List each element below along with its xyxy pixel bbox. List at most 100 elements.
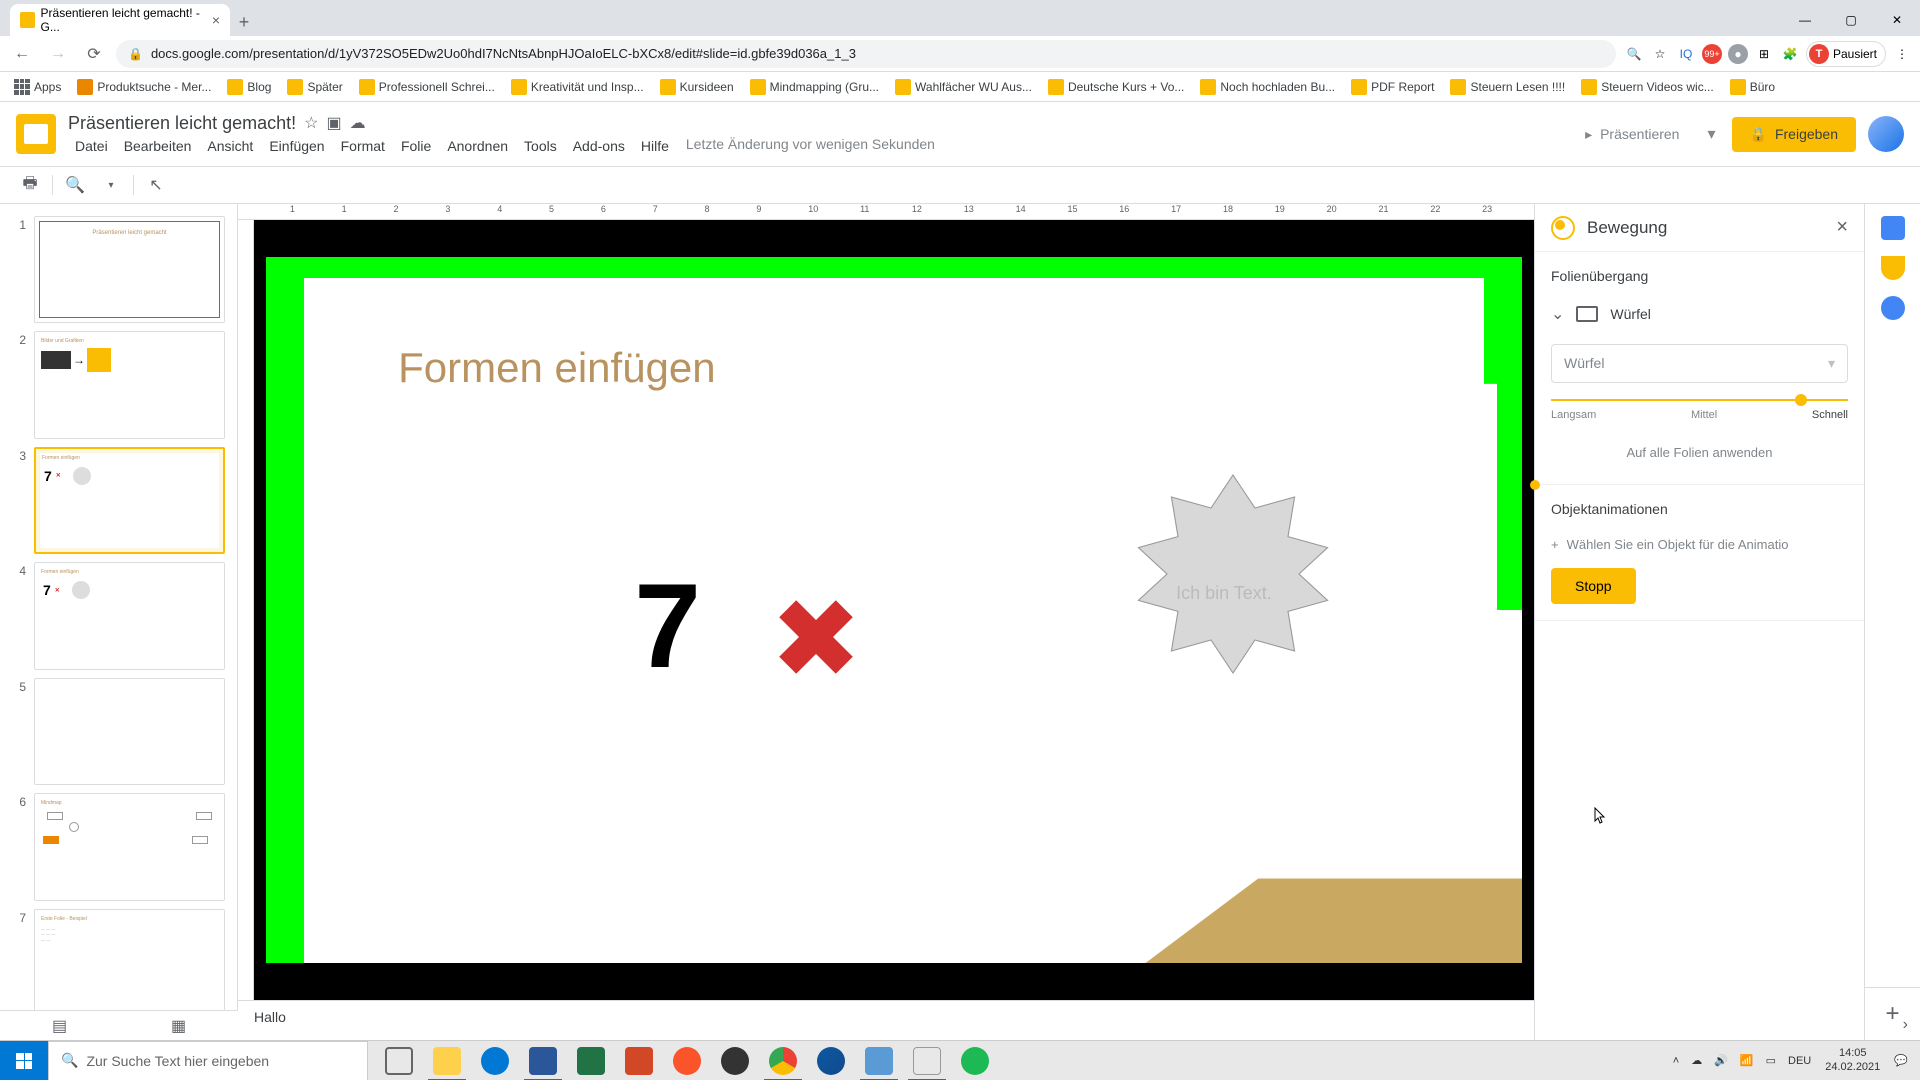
menu-hilfe[interactable]: Hilfe [634,136,676,156]
explore-toggle[interactable]: › [1903,1010,1920,1040]
filmstrip-view-icon[interactable]: ▤ [52,1016,67,1036]
speed-slider[interactable]: Langsam Mittel Schnell [1551,399,1848,421]
bookmark-item[interactable]: Blog [221,75,277,99]
menu-folie[interactable]: Folie [394,136,438,156]
slide-thumb-4[interactable]: Formen einfügen7✕ [34,562,225,669]
grid-view-icon[interactable]: ▦ [171,1016,186,1036]
chrome-icon[interactable] [760,1041,806,1080]
calendar-icon[interactable] [1881,216,1905,240]
slide-thumb-2[interactable]: Bilder und Grafiken→ [34,331,225,438]
big-number[interactable]: 7 [634,557,701,695]
slide-thumb-5[interactable] [34,678,225,785]
present-button[interactable]: ▸ Präsentieren [1573,118,1691,151]
bookmark-item[interactable]: Kreativität und Insp... [505,75,650,99]
close-panel-icon[interactable]: × [1836,216,1848,239]
tasks-icon[interactable] [1881,296,1905,320]
keep-icon[interactable] [1881,256,1905,280]
horizontal-ruler[interactable]: 11234567891011121314151617181920212223 [238,204,1534,220]
vertical-ruler[interactable] [238,220,254,1000]
menu-addons[interactable]: Add-ons [566,136,632,156]
maximize-button[interactable]: ▢ [1828,4,1874,36]
menu-tools[interactable]: Tools [517,136,564,156]
apply-all-button[interactable]: Auf alle Folien anwenden [1551,437,1848,468]
zoom-dropdown-icon[interactable]: ▾ [97,171,125,199]
bookmark-item[interactable]: Noch hochladen Bu... [1194,75,1341,99]
red-x-shape[interactable] [776,597,856,677]
select-tool-icon[interactable]: ↖ [142,171,170,199]
bookmark-item[interactable]: Kursideen [654,75,740,99]
address-bar[interactable]: 🔒 docs.google.com/presentation/d/1yV372S… [116,40,1616,68]
app-icon[interactable] [904,1041,950,1080]
network-icon[interactable]: 📶 [1736,1054,1758,1067]
bookmark-item[interactable]: Steuern Lesen !!!! [1444,75,1571,99]
tray-chevron-icon[interactable]: ˄ [1669,1055,1683,1067]
volume-icon[interactable]: 🔊 [1710,1054,1732,1067]
battery-icon[interactable]: ▭ [1762,1054,1780,1067]
chrome-menu-icon[interactable]: ⋮ [1892,44,1912,64]
bookmark-item[interactable]: Später [281,75,348,99]
menu-ansicht[interactable]: Ansicht [200,136,260,156]
menu-datei[interactable]: Datei [68,136,115,156]
edge-icon[interactable] [808,1041,854,1080]
bookmark-item[interactable]: Deutsche Kurs + Vo... [1042,75,1190,99]
taskbar-search[interactable]: 🔍 Zur Suche Text hier eingeben [48,1041,368,1080]
add-animation-button[interactable]: + Wählen Sie ein Objekt für die Animatio [1551,529,1848,560]
task-view-icon[interactable] [376,1041,422,1080]
star-icon[interactable]: ☆ [304,113,318,133]
bookmark-item[interactable]: PDF Report [1345,75,1440,99]
edge-legacy-icon[interactable] [472,1041,518,1080]
spotify-icon[interactable] [952,1041,998,1080]
bookmark-item[interactable]: Produktsuche - Mer... [71,75,217,99]
app-icon[interactable] [856,1041,902,1080]
language-indicator[interactable]: DEU [1784,1055,1815,1067]
close-tab-icon[interactable]: × [212,12,220,28]
start-button[interactable] [0,1041,48,1080]
browser-tab[interactable]: Präsentieren leicht gemacht! - G... × [10,4,230,36]
transition-type-dropdown[interactable]: Würfel ▾ [1551,344,1848,383]
present-dropdown[interactable]: ▾ [1703,116,1719,152]
bookmark-star-icon[interactable]: ☆ [1650,44,1670,64]
reload-button[interactable]: ⟳ [80,40,108,68]
slides-logo-icon[interactable] [16,114,56,154]
bookmark-item[interactable]: Steuern Videos wic... [1575,75,1720,99]
bookmark-item[interactable]: Büro [1724,75,1781,99]
extension-icon[interactable]: 99+ [1702,44,1722,64]
close-window-button[interactable]: ✕ [1874,4,1920,36]
document-title[interactable]: Präsentieren leicht gemacht! [68,113,296,134]
excel-icon[interactable] [568,1041,614,1080]
transition-expand-row[interactable]: ⌄ Würfel [1551,296,1848,332]
menu-anordnen[interactable]: Anordnen [440,136,515,156]
extension-icon[interactable]: ⊞ [1754,44,1774,64]
shape-text[interactable]: Ich bin Text. [1176,583,1272,604]
powerpoint-icon[interactable] [616,1041,662,1080]
clock[interactable]: 14:05 24.02.2021 [1819,1047,1886,1073]
last-edit-text[interactable]: Letzte Änderung vor wenigen Sekunden [686,136,935,156]
apps-shortcut[interactable]: Apps [8,75,67,99]
extension-icon[interactable]: ● [1728,44,1748,64]
bookmark-item[interactable]: Professionell Schrei... [353,75,501,99]
slide-title-text[interactable]: Formen einfügen [398,344,716,392]
new-tab-button[interactable]: + [230,8,258,36]
slide-content[interactable]: Formen einfügen 7 Ich bin Text. [266,257,1522,964]
profile-badge[interactable]: T Pausiert [1806,41,1886,67]
back-button[interactable]: ← [8,40,36,68]
bookmark-item[interactable]: Mindmapping (Gru... [744,75,885,99]
print-icon[interactable]: 🖶 [16,171,44,199]
move-icon[interactable]: ▣ [326,113,341,133]
slide-canvas[interactable]: Formen einfügen 7 Ich bin Text. [254,220,1534,1000]
menu-einfuegen[interactable]: Einfügen [262,136,331,156]
star-burst-shape[interactable] [1123,464,1343,684]
notifications-icon[interactable]: 💬 [1890,1054,1912,1067]
bookmark-item[interactable]: Wahlfächer WU Aus... [889,75,1038,99]
slide-thumb-7[interactable]: Erste Folie - Beispiel— — —— — —— — [34,909,225,1010]
brave-icon[interactable] [664,1041,710,1080]
slide-thumb-6[interactable]: Mindmap [34,793,225,900]
menu-bearbeiten[interactable]: Bearbeiten [117,136,199,156]
stop-button[interactable]: Stopp [1551,568,1636,604]
file-explorer-icon[interactable] [424,1041,470,1080]
cloud-icon[interactable]: ☁ [350,113,366,133]
minimize-button[interactable]: — [1782,4,1828,36]
zoom-icon[interactable]: 🔍 [1624,44,1644,64]
word-icon[interactable] [520,1041,566,1080]
forward-button[interactable]: → [44,40,72,68]
